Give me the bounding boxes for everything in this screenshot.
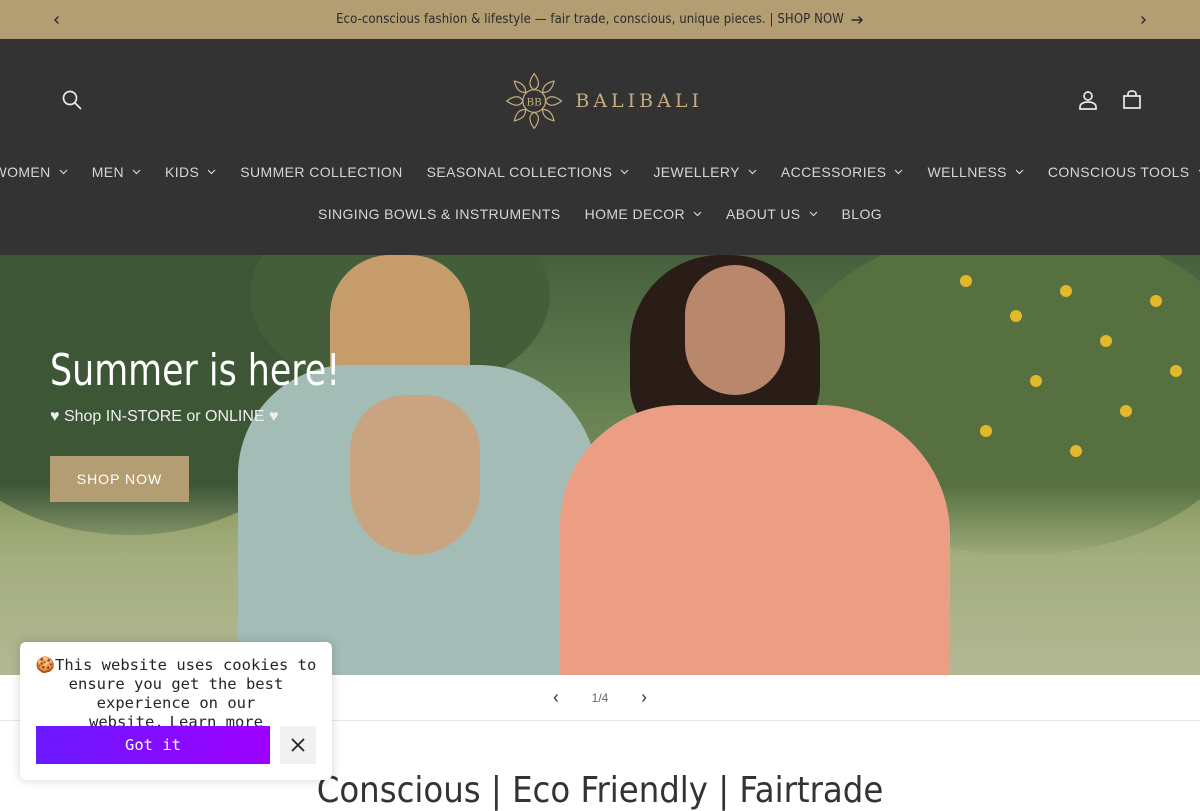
chevron-down-icon bbox=[693, 211, 702, 217]
arrow-right-icon bbox=[851, 15, 863, 24]
hero-flower bbox=[1060, 285, 1072, 297]
chevron-down-icon bbox=[620, 169, 629, 175]
chevron-down-icon bbox=[59, 169, 68, 175]
cookie-close-button[interactable] bbox=[280, 726, 316, 764]
hero-flower bbox=[1100, 335, 1112, 347]
slide-prev-button[interactable] bbox=[536, 675, 576, 721]
hero-flower bbox=[1030, 375, 1042, 387]
logo-wordmark: BALIBALI bbox=[575, 90, 703, 112]
hero-flower bbox=[1170, 365, 1182, 377]
nav-item-about-us[interactable]: ABOUT US bbox=[714, 206, 830, 222]
hero-content: Summer is here! ♥ Shop IN-STORE or ONLIN… bbox=[50, 345, 380, 502]
chevron-right-icon bbox=[1141, 15, 1146, 24]
hero-flower bbox=[1120, 405, 1132, 417]
chevron-down-icon bbox=[132, 169, 141, 175]
cookie-message-block: 🍪This website uses cookies to ensure you… bbox=[30, 656, 322, 732]
hero-flower bbox=[1010, 310, 1022, 322]
chevron-left-icon bbox=[553, 694, 558, 702]
primary-nav-row-1: WOMEN MEN KIDS SUMMER COLLECTION SEASONA… bbox=[0, 152, 1200, 192]
site-header: BB BALIBALI WOMEN MEN KIDS SUMMER COLLEC… bbox=[0, 39, 1200, 255]
chevron-down-icon bbox=[809, 211, 817, 217]
hero-subtitle: ♥ Shop IN-STORE or ONLINE ♥ bbox=[50, 408, 279, 425]
announcement-message[interactable]: Eco-conscious fashion & lifestyle — fair… bbox=[0, 0, 1200, 39]
nav-item-accessories[interactable]: ACCESSORIES bbox=[769, 164, 916, 180]
nav-item-men[interactable]: MEN bbox=[80, 164, 153, 180]
hero-flower bbox=[1150, 295, 1162, 307]
hero-flower bbox=[980, 425, 992, 437]
cart-icon bbox=[1123, 90, 1141, 109]
announcement-text: Eco-conscious fashion & lifestyle — fair… bbox=[336, 12, 844, 27]
slide-next-button[interactable] bbox=[624, 675, 664, 721]
nav-item-jewellery[interactable]: JEWELLERY bbox=[641, 164, 769, 180]
hero-flower bbox=[1070, 445, 1082, 457]
chevron-down-icon bbox=[895, 169, 903, 175]
slide-counter: 1/4 bbox=[591, 691, 609, 705]
chevron-down-icon bbox=[748, 169, 757, 175]
cart-button[interactable] bbox=[1112, 80, 1152, 120]
hero-flower bbox=[960, 275, 972, 287]
cookie-accept-button[interactable]: Got it bbox=[36, 726, 270, 764]
nav-item-singing-bowls[interactable]: SINGING BOWLS & INSTRUMENTS bbox=[306, 206, 573, 222]
nav-item-blog[interactable]: BLOG bbox=[830, 206, 895, 222]
nav-item-wellness[interactable]: WELLNESS bbox=[915, 164, 1035, 180]
cookie-banner: 🍪This website uses cookies to ensure you… bbox=[20, 642, 332, 780]
search-button[interactable] bbox=[52, 80, 92, 120]
hero-title: Summer is here! bbox=[50, 345, 341, 396]
hero-model-face bbox=[685, 265, 785, 395]
hero-model-right-poncho bbox=[560, 405, 950, 675]
site-logo[interactable]: BB BALIBALI bbox=[503, 67, 703, 135]
nav-item-home-decor[interactable]: HOME DECOR bbox=[573, 206, 714, 222]
nav-item-women[interactable]: WOMEN bbox=[0, 164, 80, 180]
announcement-next-button[interactable] bbox=[1123, 0, 1163, 39]
account-button[interactable] bbox=[1068, 80, 1108, 120]
search-icon bbox=[62, 90, 82, 110]
close-icon bbox=[291, 738, 305, 752]
chevron-down-icon bbox=[1015, 169, 1024, 175]
nav-item-summer-collection[interactable]: SUMMER COLLECTION bbox=[228, 164, 414, 180]
primary-nav-row-2: SINGING BOWLS & INSTRUMENTS HOME DECOR A… bbox=[0, 194, 1200, 234]
chevron-down-icon bbox=[207, 169, 216, 175]
logo-monogram: BB bbox=[527, 96, 542, 108]
hero-slide: Summer is here! ♥ Shop IN-STORE or ONLIN… bbox=[0, 255, 1200, 675]
nav-item-seasonal-collections[interactable]: SEASONAL COLLECTIONS bbox=[415, 164, 642, 180]
announcement-bar: Eco-conscious fashion & lifestyle — fair… bbox=[0, 0, 1200, 39]
chevron-right-icon bbox=[642, 694, 647, 702]
hero-shop-now-button[interactable]: SHOP NOW bbox=[50, 456, 189, 502]
nav-item-conscious-tools[interactable]: CONSCIOUS TOOLS bbox=[1036, 164, 1200, 180]
lotus-logo-icon: BB bbox=[505, 72, 563, 130]
nav-item-kids[interactable]: KIDS bbox=[153, 164, 228, 180]
account-icon bbox=[1079, 91, 1097, 110]
